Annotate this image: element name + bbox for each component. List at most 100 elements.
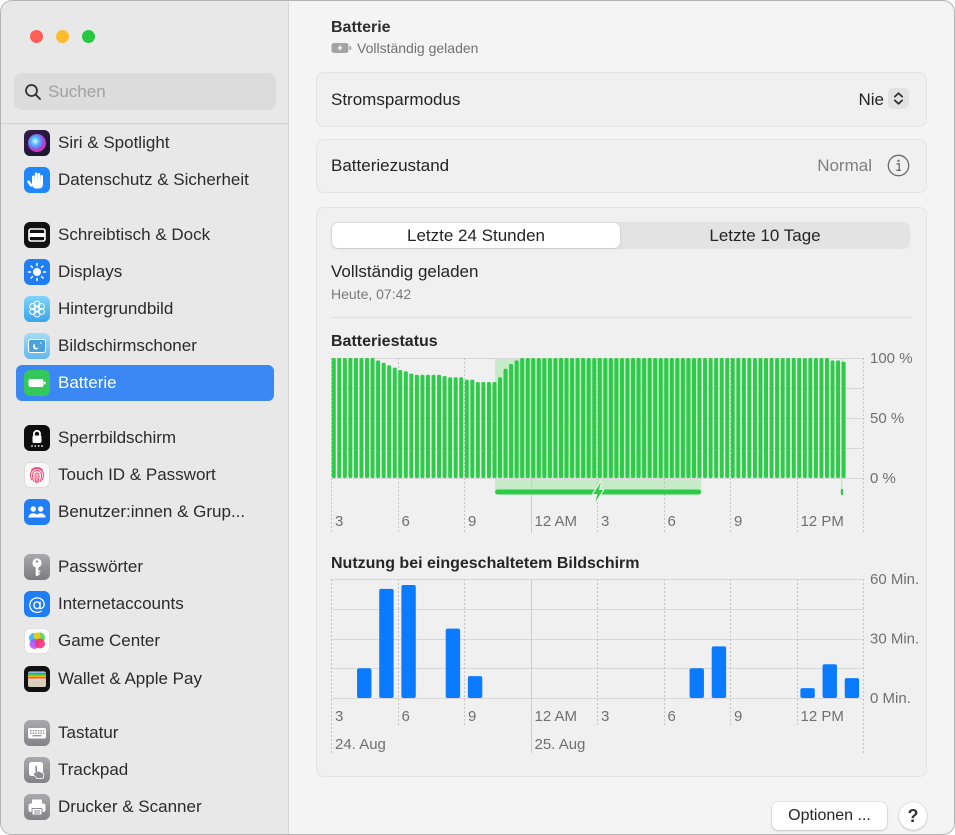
sidebar-item-lock-screen[interactable]: Sperrbildschirm [16,420,274,456]
sidebar-item-desktop-dock[interactable]: Schreibtisch & Dock [16,217,274,253]
x-tick-label: 9 [468,708,476,725]
battery-bar [808,358,813,478]
sidebar-item-battery[interactable]: Batterie [16,365,274,401]
y-tick-label: 50 % [870,410,904,427]
usage-bar [445,628,461,698]
battery-bar [353,358,358,478]
sidebar-item-displays[interactable]: Displays [16,254,274,290]
sidebar-item-screensaver[interactable]: Bildschirmschoner [16,328,274,364]
usage-bar [711,646,727,698]
options-button[interactable]: Optionen ... [772,802,887,830]
battery-bar [547,358,552,478]
sidebar-item-label: Bildschirmschoner [58,336,197,355]
usage-bar [844,678,860,698]
y-tick-label: 0 % [870,470,896,487]
sidebar-item-wallpaper[interactable]: Hintergrundbild [16,291,274,327]
zoom-button[interactable] [82,30,95,43]
x-tick-label: 3 [335,708,343,725]
battery-bar [464,379,469,478]
svg-text:@: @ [28,594,46,615]
battery-bar [741,358,746,478]
low-power-mode-popup-button[interactable] [888,88,909,109]
sun-icon [24,259,50,285]
flower-icon [24,296,50,322]
sidebar-item-label: Wallet & Apple Pay [58,669,202,688]
battery-bar [514,360,519,478]
sidebar-item-privacy-security[interactable]: Datenschutz & Sicherheit [16,162,274,198]
usage-bar [800,688,815,698]
x-tick-label: 9 [734,513,742,530]
sidebar-item-wallet-apple-pay[interactable]: Wallet & Apple Pay [16,661,274,697]
battery-bar [331,358,336,478]
battery-bar [348,358,353,478]
x-tick-label: 9 [734,708,742,725]
battery-bar [365,358,370,478]
battery-bar [725,358,730,478]
sidebar-item-passwords[interactable]: Passwörter [16,549,274,585]
sidebar-item-siri-spotlight[interactable]: Siri & Spotlight [16,125,274,161]
sidebar-item-users-groups[interactable]: Benutzer:innen & Grup... [16,494,274,530]
tab-last-24-hours[interactable]: Letzte 24 Stunden [332,223,620,248]
x-tick-label: 3 [335,513,343,530]
battery-bar [536,358,541,478]
battery-bar [819,358,824,478]
battery-bar [653,358,658,478]
tab-last-10-days[interactable]: Letzte 10 Tage [621,223,909,248]
battery-bar [486,382,491,478]
sidebar-item-keyboard[interactable]: Tastatur [16,715,274,751]
help-button[interactable]: ? [899,802,927,830]
battery-bar [675,358,680,478]
lock-icon [24,425,50,451]
battery-health-info-button[interactable] [887,154,910,177]
battery-bar [575,358,580,478]
x-tick-label: 9 [468,513,476,530]
battery-bar [625,358,630,478]
sidebar-item-game-center[interactable]: Game Center [16,623,274,659]
battery-bar [708,358,713,478]
sidebar-item-label: Schreibtisch & Dock [58,225,211,244]
usage-bar [357,668,372,698]
low-power-mode-value[interactable]: Nie [858,73,884,126]
battery-bar [841,361,846,478]
battery-health-row: Batteriezustand Normal [316,139,927,193]
keyboard-icon [24,720,50,746]
battery-bar [680,358,685,478]
siri-icon [24,130,50,156]
search-input[interactable] [48,73,268,110]
charging-bar [840,489,844,495]
sidebar-item-printers-scanners[interactable]: Drucker & Scanner [16,789,274,825]
battery-bar [542,358,547,478]
y-tick-label: 30 Min. [870,631,919,648]
battery-bar [797,358,802,478]
battery-level-chart-title: Batteriestatus [331,333,438,350]
divider [331,317,912,318]
x-tick-label: 12 PM [801,708,844,725]
sidebar-item-internet-accounts[interactable]: @ Internetaccounts [16,586,274,622]
desktop-dock-icon [24,222,50,248]
x-tick-label: 3 [601,708,609,725]
sidebar-item-label: Benutzer:innen & Grup... [58,502,246,521]
screensaver-icon [24,333,50,359]
battery-bar [503,368,508,478]
minimize-button[interactable] [56,30,69,43]
battery-bar [830,360,835,478]
battery-bar [342,358,347,478]
low-power-mode-label: Stromsparmodus [331,90,461,109]
sidebar-item-label: Trackpad [58,760,129,779]
battery-bar [425,374,430,478]
sidebar-item-label: Hintergrundbild [58,299,174,318]
search-icon [25,84,41,100]
battery-health-label: Batteriezustand [331,156,450,175]
key-icon [24,554,50,580]
sidebar-item-label: Internetaccounts [58,594,184,613]
sidebar-item-trackpad[interactable]: Trackpad [16,752,274,788]
sidebar-item-touch-id-password[interactable]: Touch ID & Passwort [16,457,274,493]
battery-bar [376,360,381,478]
battery-bar [758,358,763,478]
battery-status-subtitle: Vollständig geladen [331,40,478,56]
battery-bar [824,358,829,478]
battery-bar [498,377,503,478]
sidebar-divider [1,123,288,124]
search-field[interactable] [14,73,276,110]
close-button[interactable] [30,30,43,43]
